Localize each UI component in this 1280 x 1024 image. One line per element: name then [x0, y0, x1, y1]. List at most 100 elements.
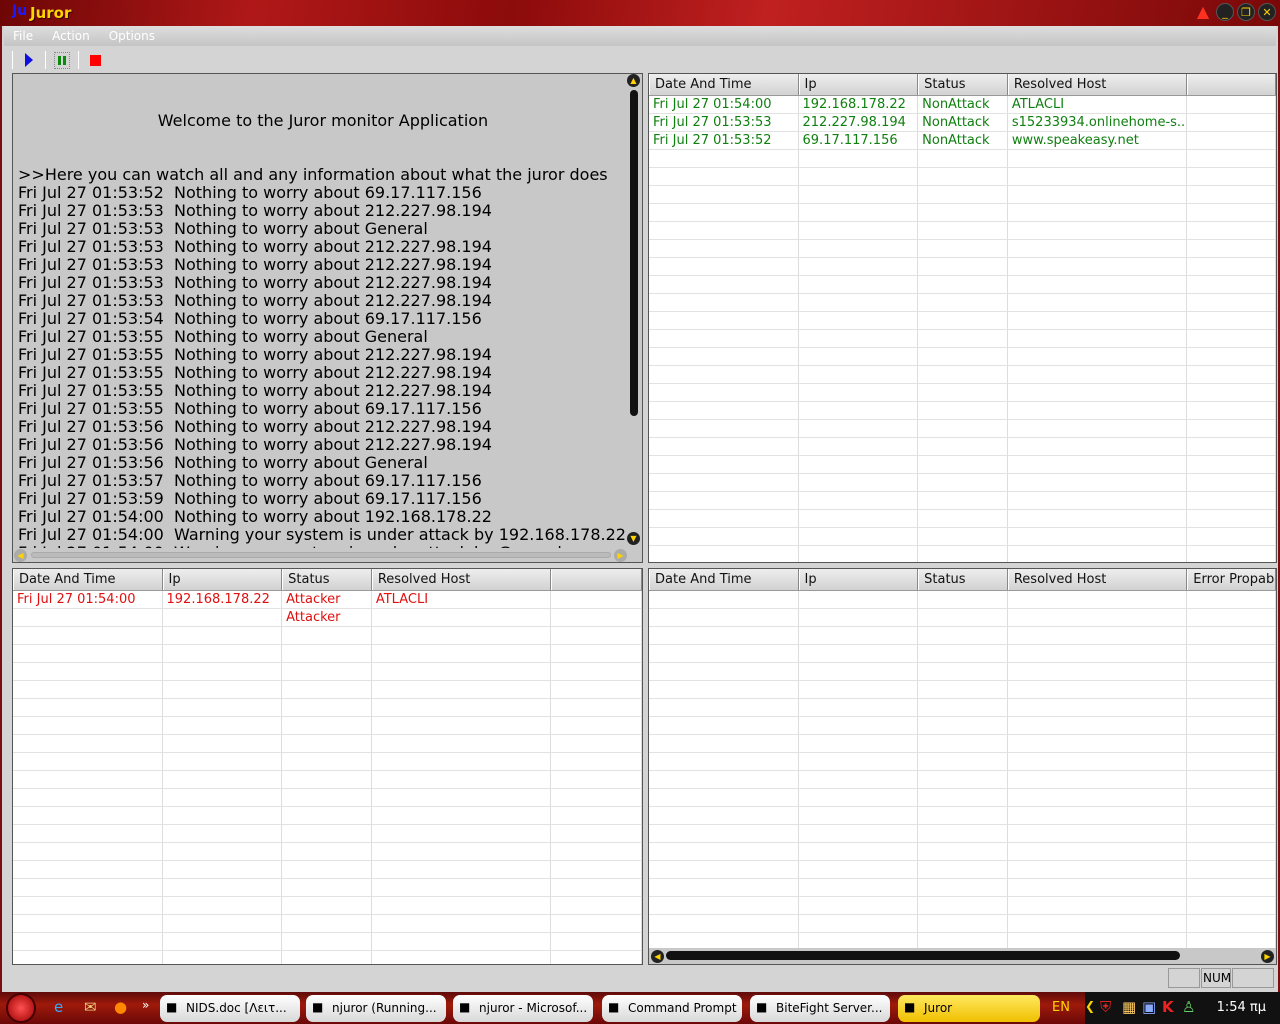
- table-row[interactable]: [13, 897, 642, 915]
- table-row[interactable]: [13, 789, 642, 807]
- start-button[interactable]: [6, 993, 36, 1023]
- column-header[interactable]: [1187, 74, 1276, 95]
- scroll-left-icon[interactable]: ◀: [651, 950, 664, 963]
- column-header[interactable]: Status: [282, 569, 372, 590]
- scroll-thumb[interactable]: [630, 90, 638, 416]
- table-row[interactable]: [13, 861, 642, 879]
- table-row[interactable]: [13, 681, 642, 699]
- table-row[interactable]: [649, 240, 1276, 258]
- table-row[interactable]: [13, 843, 642, 861]
- log-panel[interactable]: Welcome to the Juror monitor Application…: [12, 73, 643, 563]
- table-row[interactable]: [13, 825, 642, 843]
- language-indicator[interactable]: EN: [1052, 1000, 1070, 1015]
- kaspersky-icon[interactable]: K: [1162, 998, 1174, 1016]
- table-row[interactable]: [649, 222, 1276, 240]
- table-row[interactable]: [649, 204, 1276, 222]
- table-row[interactable]: [13, 879, 642, 897]
- attack-table[interactable]: Date And Time Ip Status Resolved Host Fri Ju…: [12, 568, 643, 965]
- table-row[interactable]: [649, 546, 1276, 562]
- table-row[interactable]: [649, 861, 1276, 879]
- table-row[interactable]: [649, 879, 1276, 897]
- minimize-button[interactable]: _: [1216, 3, 1234, 21]
- table-row[interactable]: [649, 510, 1276, 528]
- table-row[interactable]: [649, 528, 1276, 546]
- scroll-thumb[interactable]: [31, 552, 611, 558]
- column-header[interactable]: [551, 569, 642, 590]
- menu-file[interactable]: File: [4, 26, 43, 46]
- table-row[interactable]: [649, 645, 1276, 663]
- column-header[interactable]: Date And Time: [649, 569, 799, 590]
- table-row[interactable]: [649, 384, 1276, 402]
- table-row[interactable]: Attacker: [13, 609, 642, 627]
- scroll-up-icon[interactable]: ▲: [627, 74, 640, 87]
- pause-button[interactable]: [52, 50, 72, 70]
- table-row[interactable]: [649, 186, 1276, 204]
- column-header[interactable]: Resolved Host: [1007, 74, 1188, 95]
- table-row[interactable]: [649, 735, 1276, 753]
- table-row[interactable]: [649, 897, 1276, 915]
- horizontal-scrollbar[interactable]: ◀ ▶: [649, 948, 1276, 964]
- play-button[interactable]: [19, 50, 39, 70]
- outlook-icon[interactable]: ✉: [84, 998, 97, 1016]
- table-row[interactable]: [649, 609, 1276, 627]
- table-row[interactable]: [649, 591, 1276, 609]
- table-row[interactable]: [13, 951, 642, 964]
- messenger-icon[interactable]: ♙: [1182, 998, 1195, 1016]
- table-row[interactable]: [649, 807, 1276, 825]
- table-row[interactable]: [649, 258, 1276, 276]
- table-row[interactable]: [649, 294, 1276, 312]
- table-row[interactable]: Fri Jul 27 01:54:00 192.168.178.22 NonAtta…: [649, 96, 1276, 114]
- table-row[interactable]: [649, 771, 1276, 789]
- table-row[interactable]: Fri Jul 27 01:53:53 212.227.98.194 NonAtta…: [649, 114, 1276, 132]
- table-row[interactable]: [649, 681, 1276, 699]
- column-header[interactable]: Date And Time: [649, 74, 799, 95]
- table-row[interactable]: [13, 915, 642, 933]
- column-header[interactable]: Ip: [162, 569, 283, 590]
- table-row[interactable]: [649, 348, 1276, 366]
- menu-action[interactable]: Action: [43, 26, 100, 46]
- table-row[interactable]: [13, 627, 642, 645]
- table-row[interactable]: [649, 438, 1276, 456]
- table-row[interactable]: [649, 366, 1276, 384]
- table-row[interactable]: [13, 753, 642, 771]
- log-horizontal-scrollbar[interactable]: ◀ ▶: [13, 548, 642, 562]
- table-row[interactable]: [649, 312, 1276, 330]
- tray-expand-icon[interactable]: ❮: [1085, 999, 1095, 1013]
- table-row[interactable]: [13, 645, 642, 663]
- taskbar-button[interactable]: ■ BiteFight Server...: [750, 995, 890, 1022]
- column-header[interactable]: Ip: [798, 569, 919, 590]
- shield-icon[interactable]: ⛨: [1100, 998, 1111, 1016]
- table-row[interactable]: [649, 717, 1276, 735]
- table-row[interactable]: [649, 825, 1276, 843]
- table-row[interactable]: [649, 789, 1276, 807]
- taskbar-button[interactable]: ■ NIDS.doc [Λειτ...: [160, 995, 300, 1022]
- table-row[interactable]: Fri Jul 27 01:54:00 192.168.178.22 Attacke…: [13, 591, 642, 609]
- table-row[interactable]: [649, 843, 1276, 861]
- table-row[interactable]: [649, 276, 1276, 294]
- scroll-thumb[interactable]: [666, 951, 1180, 960]
- table-row[interactable]: [13, 807, 642, 825]
- firefox-icon[interactable]: ●: [114, 998, 127, 1016]
- taskbar-button[interactable]: ■ Juror: [898, 995, 1040, 1022]
- table-row[interactable]: [13, 933, 642, 951]
- scroll-down-icon[interactable]: ▼: [627, 532, 640, 545]
- table-row[interactable]: [649, 474, 1276, 492]
- table-row[interactable]: [649, 699, 1276, 717]
- table-row[interactable]: [649, 402, 1276, 420]
- table-row[interactable]: [649, 420, 1276, 438]
- internet-explorer-icon[interactable]: e: [54, 998, 63, 1016]
- table-row[interactable]: [13, 699, 642, 717]
- table-row[interactable]: [13, 717, 642, 735]
- network-icon[interactable]: ▣: [1142, 998, 1156, 1016]
- column-header[interactable]: Status: [918, 569, 1008, 590]
- table-row[interactable]: [649, 150, 1276, 168]
- column-header[interactable]: Date And Time: [13, 569, 163, 590]
- error-table[interactable]: Date And Time Ip Status Resolved Host Error …: [648, 568, 1277, 965]
- column-header[interactable]: Resolved Host: [1007, 569, 1188, 590]
- scroll-right-icon[interactable]: ▶: [614, 549, 627, 562]
- stop-button[interactable]: [85, 50, 105, 70]
- taskbar-button[interactable]: ■ Command Prompt: [602, 995, 742, 1022]
- nonattack-table[interactable]: Date And Time Ip Status Resolved Host Fri Ju…: [648, 73, 1277, 563]
- restore-button[interactable]: ❐: [1237, 3, 1255, 21]
- scroll-left-icon[interactable]: ◀: [14, 549, 27, 562]
